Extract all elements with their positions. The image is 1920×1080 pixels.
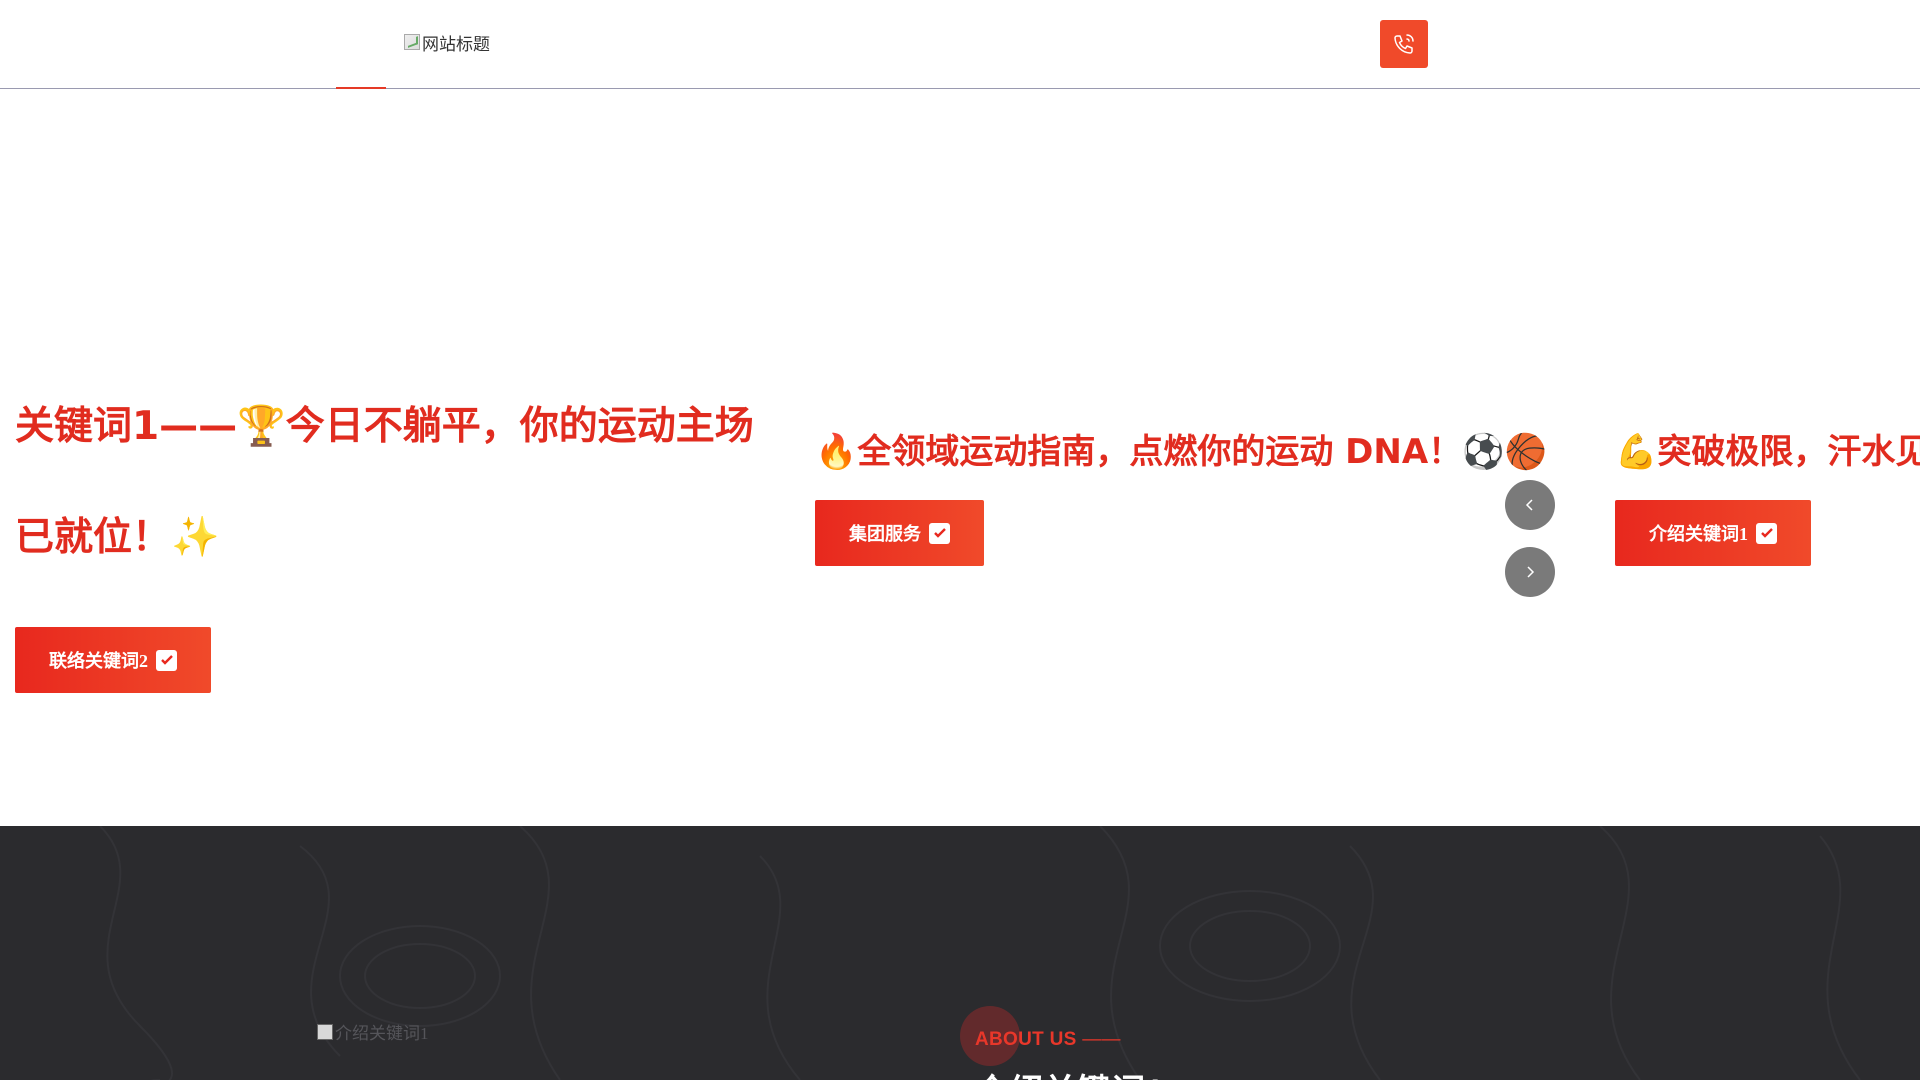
slide-3: 💪突破极限，汗水见证 介绍关键词1 (1615, 428, 1920, 566)
slide-3-cta-label: 介绍关键词1 (1649, 524, 1748, 544)
phone-icon (1394, 34, 1414, 54)
about-section: 介绍关键词1 ABOUT US —— 介绍关键词1 (0, 826, 1920, 1080)
chevron-left-icon (1525, 499, 1533, 511)
checkbox-icon (929, 522, 950, 544)
slide-1-cta-label: 联络关键词2 (49, 651, 148, 671)
slider-next-button[interactable] (1505, 547, 1555, 597)
broken-image-icon (317, 1023, 333, 1040)
about-label-dash: —— (1082, 1029, 1121, 1050)
slide-3-cta-button[interactable]: 介绍关键词1 (1615, 500, 1811, 566)
hero-slider: 关键词1——🏆今日不躺平，你的运动主场 已就位！✨ 联络关键词2 🔥全领域运动指… (0, 89, 1920, 826)
slide-1-title-line-2: 已就位！✨ (15, 515, 220, 560)
phone-button[interactable] (1380, 20, 1428, 68)
site-logo-alt-text: 网站标题 (422, 34, 490, 54)
slide-2-cta-button[interactable]: 集团服务 (815, 500, 984, 566)
slide-1-cta-button[interactable]: 联络关键词2 (15, 627, 211, 693)
slider-prev-button[interactable] (1505, 480, 1555, 530)
chevron-right-icon (1527, 566, 1535, 578)
site-header: 网站标题 (0, 0, 1920, 90)
site-logo[interactable]: 网站标题 (404, 30, 490, 54)
broken-image-icon (404, 34, 420, 50)
about-image: 介绍关键词1 (317, 1019, 429, 1044)
slide-3-title: 💪突破极限，汗水见证 (1615, 432, 1920, 472)
slide-1-title: 关键词1——🏆今日不躺平，你的运动主场 已就位！✨ (15, 371, 785, 593)
about-section-title: 介绍关键词1 (975, 1064, 1164, 1080)
about-label-text: ABOUT US (975, 1029, 1077, 1050)
slide-2: 🔥全领域运动指南，点燃你的运动 DNA！⚽🏀 集团服务 (815, 428, 1585, 566)
slide-2-title: 🔥全领域运动指南，点燃你的运动 DNA！⚽🏀 (815, 432, 1547, 472)
checkbox-icon (1756, 522, 1777, 544)
slide-1: 关键词1——🏆今日不躺平，你的运动主场 已就位！✨ 联络关键词2 (15, 371, 785, 693)
about-image-alt-text: 介绍关键词1 (335, 1024, 429, 1043)
slide-2-cta-label: 集团服务 (849, 524, 921, 544)
about-section-label: ABOUT US —— (975, 1029, 1121, 1051)
slide-1-title-line-1: 关键词1——🏆今日不躺平，你的运动主场 (15, 404, 754, 449)
checkbox-icon (156, 649, 177, 671)
